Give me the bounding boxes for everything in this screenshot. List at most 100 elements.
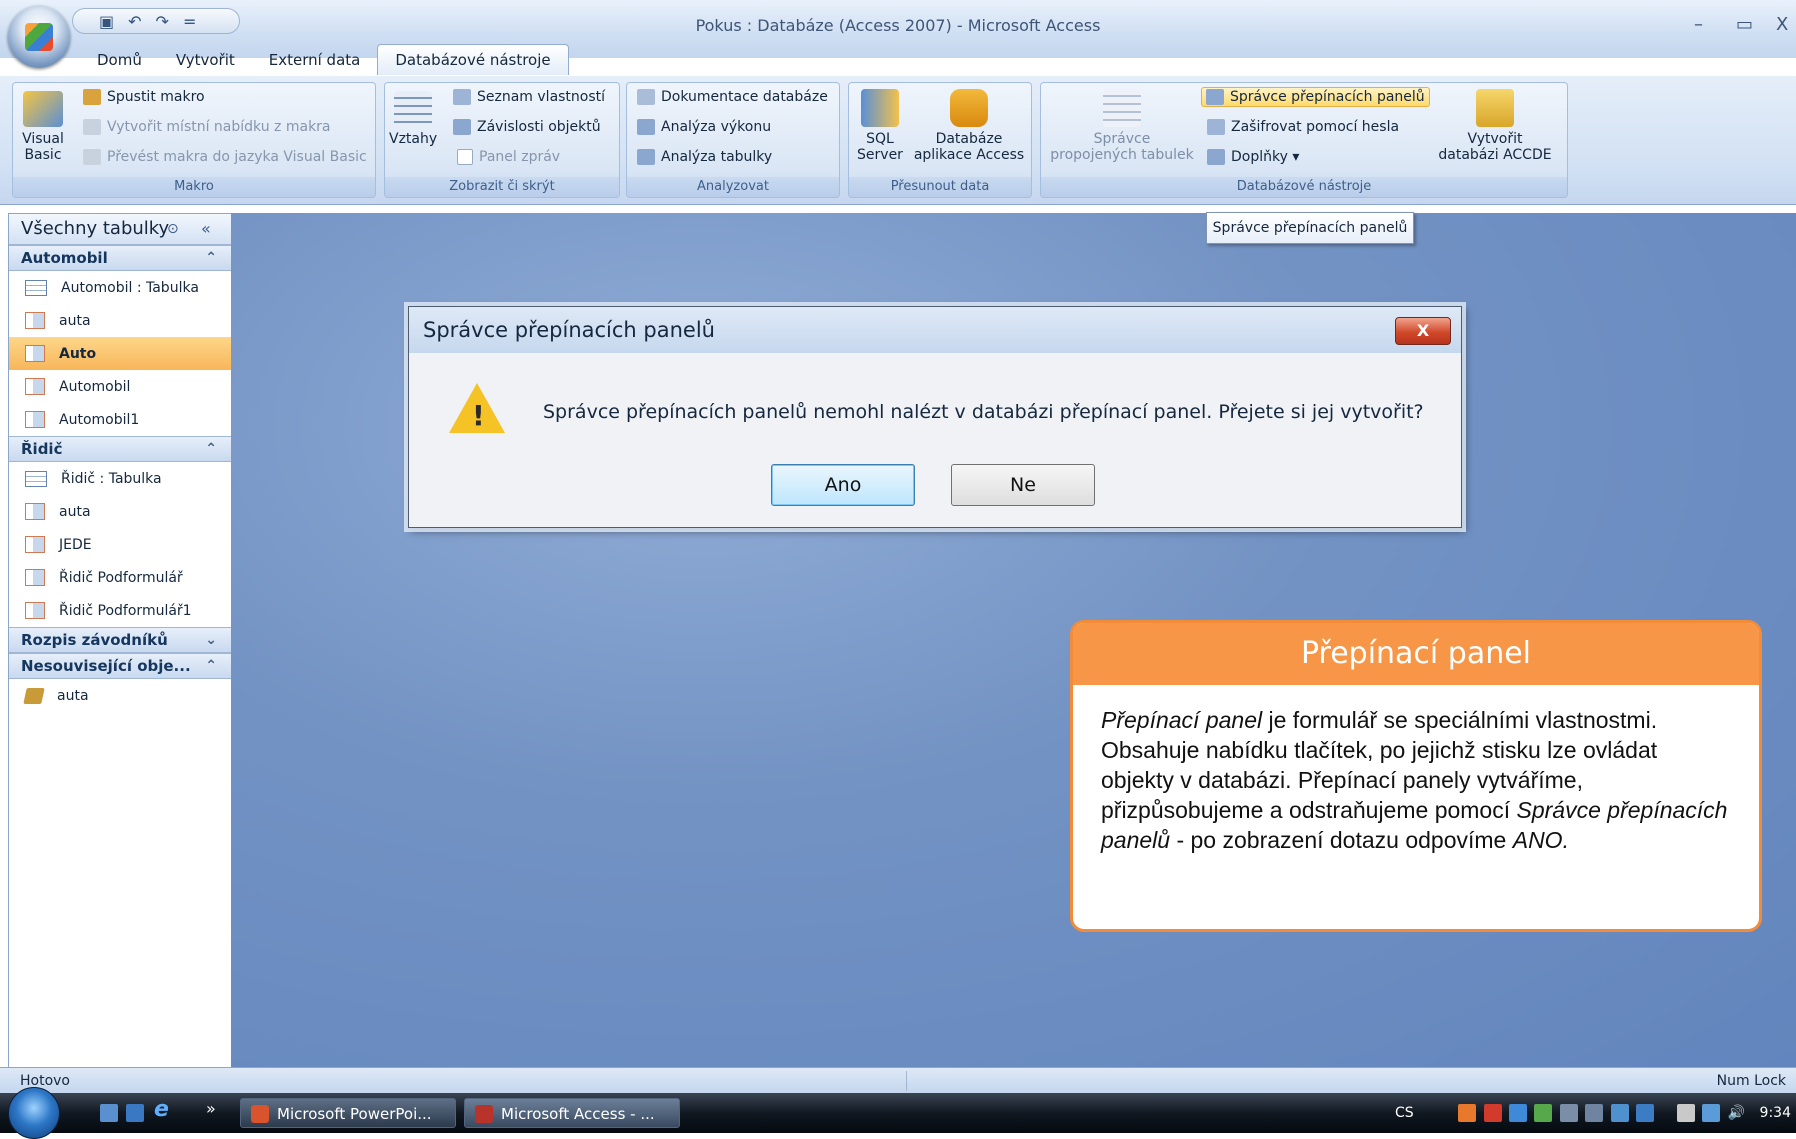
tray-network-icon[interactable] [1509, 1104, 1528, 1122]
quick-launch-more-icon[interactable]: » [206, 1099, 216, 1118]
num-lock-indicator: Num Lock [1716, 1073, 1786, 1089]
warning-mark: ! [472, 399, 485, 432]
tab-domu[interactable]: Domů [80, 45, 159, 75]
prevest-makra-button[interactable]: Převést makra do jazyka Visual Basic [83, 149, 367, 165]
databaze-access-button[interactable]: Databáze aplikace Access [911, 89, 1027, 163]
group-label-zobrazit: Zobrazit či skrýt [385, 177, 619, 197]
tray-window-icon[interactable] [1559, 1104, 1578, 1122]
group-label-makro: Makro [13, 177, 375, 197]
form-icon [25, 345, 45, 362]
collapse-chevron-icon: ⌃ [205, 441, 217, 457]
panel-zprav-checkbox[interactable]: Panel zpráv [457, 149, 560, 165]
start-button[interactable] [8, 1087, 60, 1139]
access-database-icon [950, 89, 988, 127]
tray-info-icon[interactable] [1636, 1104, 1655, 1122]
group-analyzovat: Dokumentace databáze Analýza výkonu Anal… [626, 82, 840, 198]
close-window-button[interactable]: X [1776, 14, 1788, 35]
tab-externi-data[interactable]: Externí data [252, 45, 378, 75]
seznam-vlastnosti-button[interactable]: Seznam vlastností [453, 89, 605, 105]
taskbar-powerpoint[interactable]: Microsoft PowerPoi... [240, 1098, 456, 1128]
nav-item[interactable]: auta [9, 495, 231, 528]
group-makro: Visual Basic Spustit makro Vytvořit míst… [12, 82, 376, 198]
spravce-prepinacich-panelu-button[interactable]: Správce přepínacích panelů [1201, 87, 1430, 107]
group-presunout: SQL Server Databáze aplikace Access Přes… [848, 82, 1032, 198]
tray-display-icon[interactable] [1610, 1104, 1629, 1122]
visual-basic-button[interactable]: Visual Basic [17, 91, 69, 163]
nav-item[interactable]: Automobil : Tabulka [9, 271, 231, 304]
form-icon [25, 411, 45, 428]
group-label-analyzovat: Analyzovat [627, 177, 839, 197]
nav-collapse-icon[interactable]: « [201, 214, 211, 244]
group-nastroje: Správce propojených tabulek Správce přep… [1040, 82, 1568, 198]
switchboard-manager-icon [1206, 89, 1224, 105]
nav-item[interactable]: Řidič Podformulář1 [9, 594, 231, 627]
nav-item[interactable]: auta [9, 679, 231, 712]
tab-vytvorit[interactable]: Vytvořit [159, 45, 252, 75]
nav-group-nesouvisejici[interactable]: Nesouvisející obje... ⌃ [9, 653, 231, 679]
office-button[interactable] [8, 6, 70, 68]
dialog-message: Správce přepínacích panelů nemohl nalézt… [543, 401, 1424, 423]
show-desktop-icon[interactable] [100, 1104, 118, 1122]
tray-pdf-icon[interactable] [1483, 1104, 1502, 1122]
clock[interactable]: 9:34 [1760, 1105, 1791, 1121]
zavislosti-objektu-button[interactable]: Závislosti objektů [453, 119, 601, 135]
ribbon-tabs: Domů Vytvořit Externí data Databázové ná… [80, 44, 569, 75]
nav-group-automobil[interactable]: Automobil ⌃ [9, 245, 231, 271]
taskbar-access[interactable]: Microsoft Access - ... [464, 1098, 680, 1128]
run-macro-icon [83, 89, 101, 105]
form-icon [25, 378, 45, 395]
vytvorit-mistni-nabidku-button[interactable]: Vytvořit místní nabídku z makra [83, 119, 331, 135]
language-indicator[interactable]: CS [1395, 1105, 1414, 1121]
spravce-propojenych-tabulek-button[interactable]: Správce propojených tabulek [1047, 89, 1197, 163]
form-icon [25, 602, 45, 619]
navigation-pane: Všechny tabulky ⊙ « Automobil ⌃ Automobil… [8, 213, 232, 1069]
nav-item[interactable]: Automobil1 [9, 403, 231, 436]
nav-item[interactable]: auta [9, 304, 231, 337]
tray-safely-remove-icon[interactable] [1676, 1104, 1695, 1122]
restore-button[interactable]: ▭ [1736, 14, 1753, 35]
tray-colors-icon[interactable] [1534, 1104, 1553, 1122]
sql-server-icon [861, 89, 899, 127]
tray-app-icon[interactable] [1458, 1104, 1477, 1122]
make-accde-icon [1476, 89, 1514, 127]
nav-item-selected[interactable]: Auto [9, 337, 231, 370]
nav-group-ridic[interactable]: Řidič ⌃ [9, 436, 231, 462]
expand-chevron-icon: ⌄ [205, 632, 217, 648]
nav-group-rozpis-zavodniku[interactable]: Rozpis závodníků ⌄ [9, 627, 231, 653]
no-button[interactable]: Ne [951, 464, 1095, 506]
office-logo-icon [25, 23, 53, 51]
sql-server-button[interactable]: SQL Server [855, 89, 905, 163]
tab-databazove-nastroje[interactable]: Databázové nástroje [377, 44, 569, 75]
form-icon [25, 503, 45, 520]
nav-pane-header[interactable]: Všechny tabulky ⊙ « [9, 214, 231, 245]
nav-item[interactable]: JEDE [9, 528, 231, 561]
doplnky-button[interactable]: Doplňky ▾ [1207, 149, 1299, 165]
status-bar: Hotovo Num Lock [0, 1067, 1796, 1094]
internet-explorer-icon[interactable]: e [154, 1097, 169, 1122]
vytvorit-accde-button[interactable]: Vytvořit databázi ACCDE [1435, 89, 1555, 163]
analyza-vykonu-button[interactable]: Analýza výkonu [637, 119, 771, 135]
zasifrovat-heslem-button[interactable]: Zašifrovat pomocí hesla [1207, 119, 1399, 135]
spustit-makro-button[interactable]: Spustit makro [83, 89, 205, 105]
shortcut-menu-icon [83, 119, 101, 135]
volume-icon[interactable]: 🔊 [1728, 1105, 1745, 1121]
nav-item[interactable]: Automobil [9, 370, 231, 403]
dialog-close-button[interactable]: X [1395, 317, 1451, 345]
property-sheet-icon [453, 89, 471, 105]
tray-lan-icon[interactable] [1702, 1104, 1721, 1122]
minimize-button[interactable]: – [1694, 14, 1703, 35]
relationships-icon [394, 91, 432, 127]
group-label-nastroje: Databázové nástroje [1041, 177, 1567, 197]
dokumentace-databaze-button[interactable]: Dokumentace databáze [637, 89, 828, 105]
switch-windows-icon[interactable] [126, 1104, 144, 1122]
table-analyzer-icon [637, 149, 655, 165]
info-callout-body: Přepínací panel je formulář se speciální… [1101, 707, 1728, 853]
nav-dropdown-icon[interactable]: ⊙ [167, 214, 179, 244]
nav-item[interactable]: Řidič Podformulář [9, 561, 231, 594]
tray-monitor-icon[interactable] [1585, 1104, 1604, 1122]
table-icon [25, 470, 47, 487]
analyza-tabulky-button[interactable]: Analýza tabulky [637, 149, 772, 165]
vztahy-button[interactable]: Vztahy [389, 91, 437, 147]
yes-button[interactable]: Ano [771, 464, 915, 506]
nav-item[interactable]: Řidič : Tabulka [9, 462, 231, 495]
